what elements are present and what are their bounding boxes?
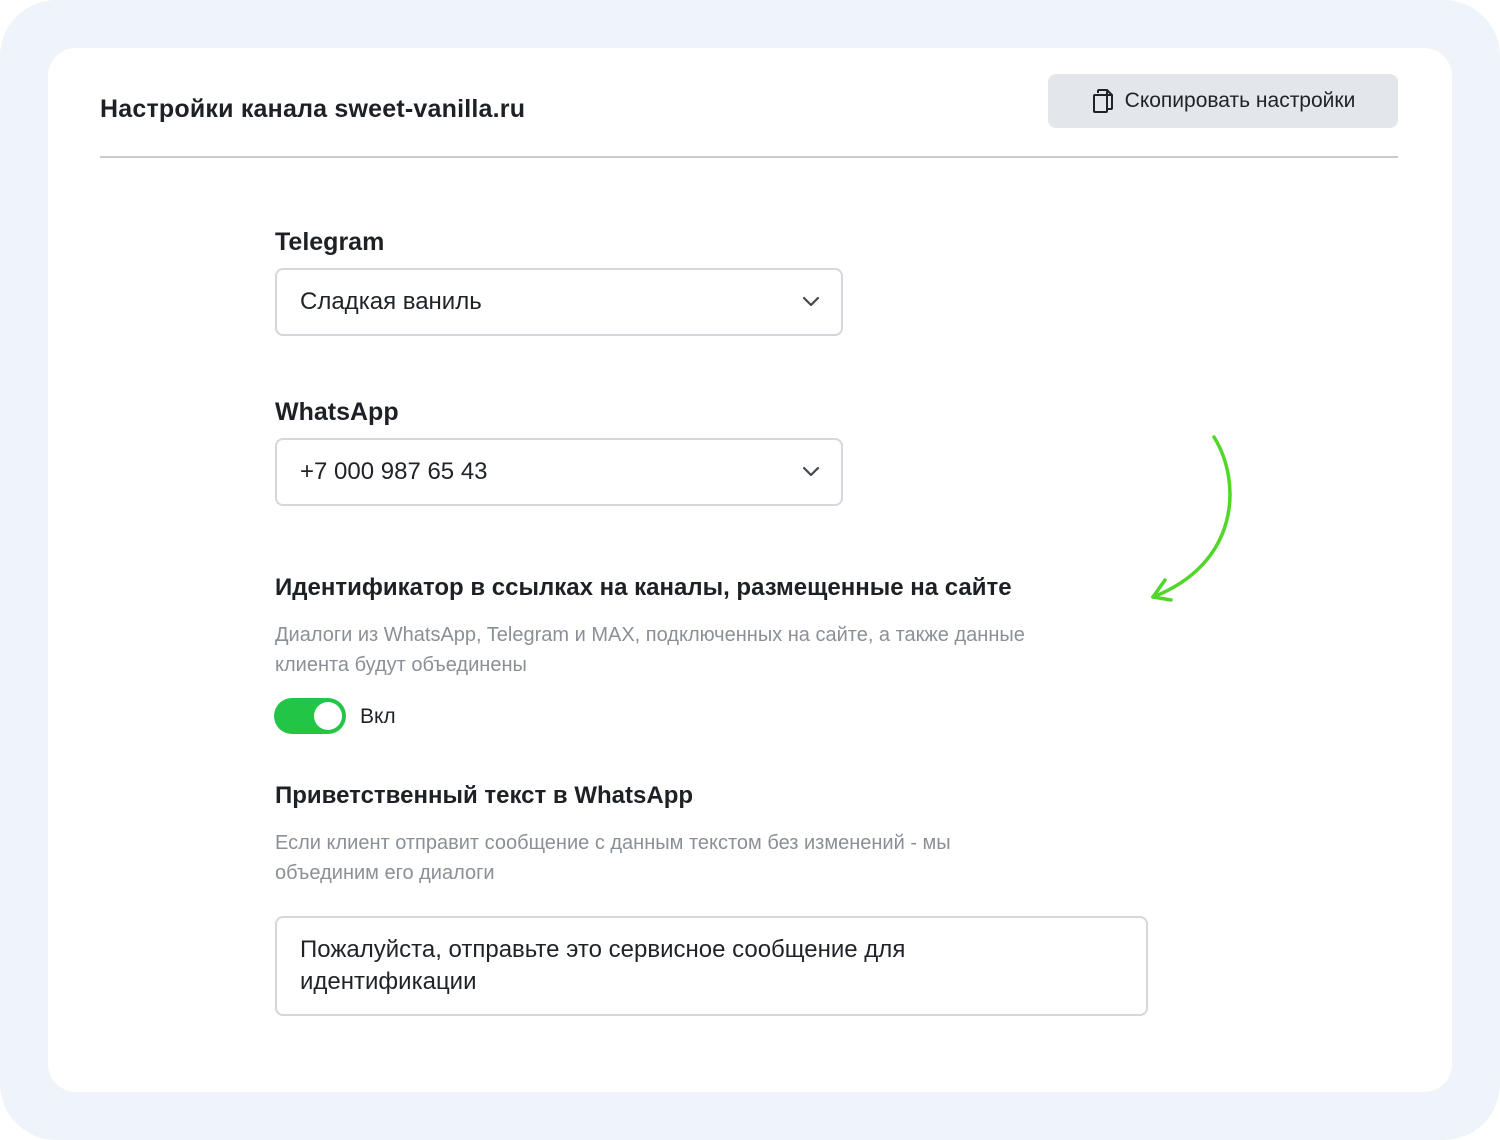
identifier-toggle[interactable] bbox=[274, 698, 346, 734]
greeting-description: Если клиент отправит сообщение с данным … bbox=[275, 828, 951, 888]
identifier-title: Идентификатор в ссылках на каналы, разме… bbox=[275, 574, 1012, 601]
whatsapp-select[interactable]: +7 000 987 65 43 bbox=[275, 438, 843, 506]
page-title: Настройки канала sweet-vanilla.ru bbox=[100, 95, 526, 123]
greeting-text-line1: Пожалуйста, отправьте это сервисное сооб… bbox=[300, 936, 906, 963]
copy-settings-label: Скопировать настройки bbox=[1124, 89, 1356, 112]
chevron-down-icon bbox=[802, 296, 820, 307]
telegram-label: Telegram bbox=[275, 228, 385, 256]
chevron-down-icon bbox=[802, 466, 820, 477]
toggle-label: Вкл bbox=[360, 705, 396, 728]
settings-card: Настройки канала sweet-vanilla.ru Скопир… bbox=[48, 48, 1452, 1092]
whatsapp-label: WhatsApp bbox=[275, 398, 399, 426]
identifier-description-line1: Диалоги из WhatsApp, Telegram и MAX, под… bbox=[275, 624, 1025, 646]
header-divider bbox=[100, 156, 1398, 158]
curved-arrow-icon bbox=[1151, 435, 1232, 602]
greeting-text-line2: идентификации bbox=[300, 968, 477, 995]
page-frame: Настройки канала sweet-vanilla.ru Скопир… bbox=[0, 0, 1500, 1140]
identifier-description-line2: клиента будут объединены bbox=[275, 654, 527, 676]
copy-settings-button[interactable]: Скопировать настройки bbox=[1048, 74, 1398, 128]
toggle-knob bbox=[314, 702, 342, 730]
greeting-description-line2: объединим его диалоги bbox=[275, 862, 495, 884]
identifier-description: Диалоги из WhatsApp, Telegram и MAX, под… bbox=[275, 620, 1025, 680]
greeting-description-line1: Если клиент отправит сообщение с данным … bbox=[275, 832, 951, 854]
telegram-select[interactable]: Сладкая ваниль bbox=[275, 268, 843, 336]
greeting-text-field[interactable]: Пожалуйста, отправьте это сервисное сооб… bbox=[275, 916, 1148, 1016]
telegram-select-value: Сладкая ваниль bbox=[300, 288, 482, 315]
whatsapp-select-value: +7 000 987 65 43 bbox=[300, 458, 488, 485]
greeting-title: Приветственный текст в WhatsApp bbox=[275, 782, 694, 809]
copy-icon bbox=[1092, 89, 1113, 113]
